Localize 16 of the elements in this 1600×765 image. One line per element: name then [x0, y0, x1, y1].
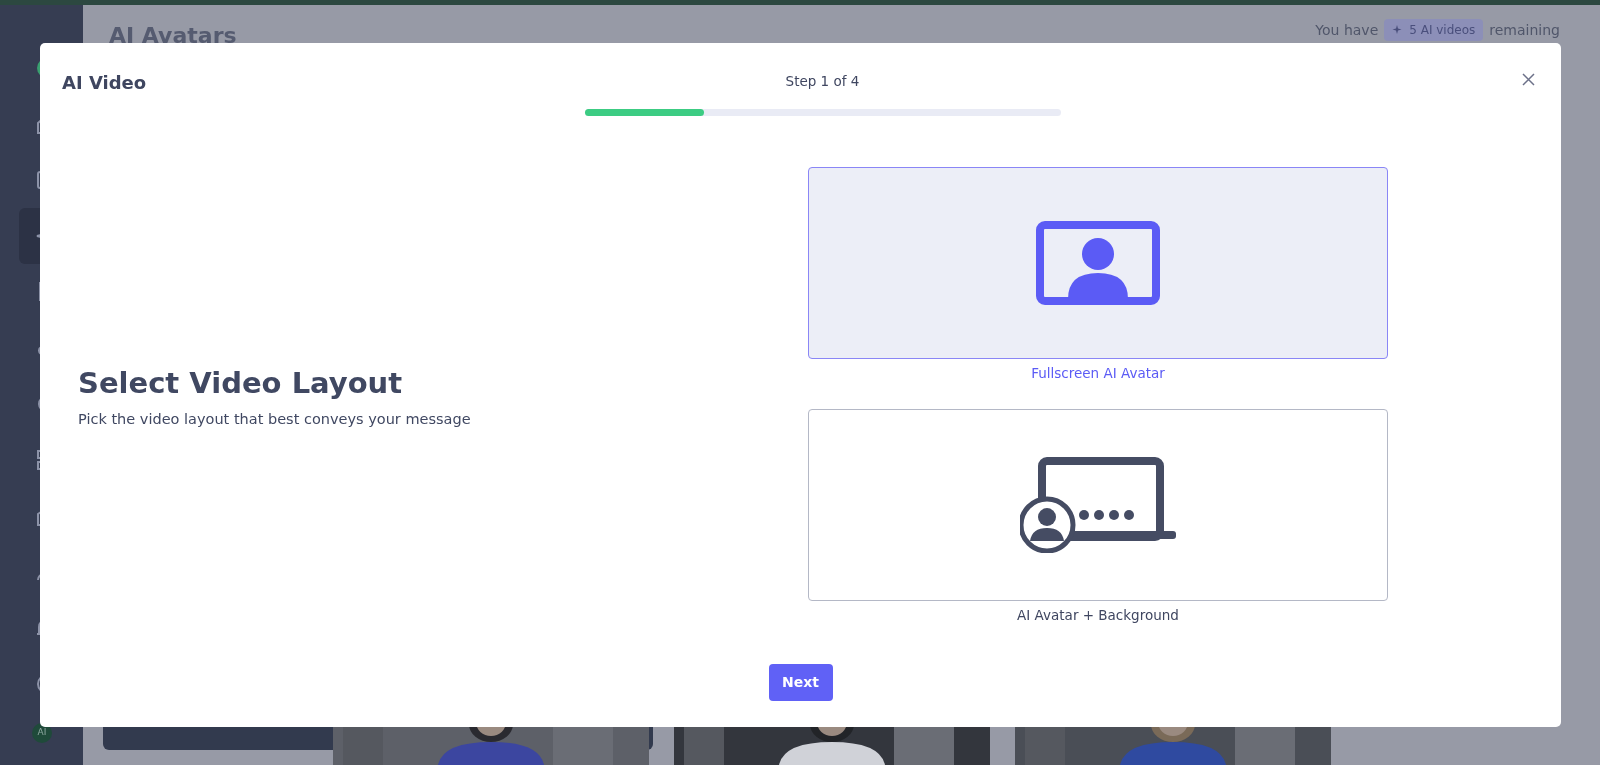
user-avatar[interactable]: AI — [32, 723, 52, 743]
fullscreen-avatar-icon — [1036, 221, 1160, 305]
quota-text: You have — [1315, 20, 1379, 40]
section-description: Pick the video layout that best conveys your message — [78, 410, 472, 429]
step-indicator: Step 1 of 4 — [785, 72, 860, 91]
quota-text: remaining — [1489, 20, 1560, 40]
section-heading: Select Video Layout — [78, 366, 404, 401]
next-button[interactable]: Next — [768, 664, 833, 701]
layout-label: Fullscreen AI Avatar — [1030, 364, 1166, 383]
layout-option[interactable] — [808, 409, 1388, 602]
page-title: AI Avatars — [109, 22, 237, 50]
layout-option[interactable] — [808, 167, 1388, 359]
layout-label: AI Avatar + Background — [1016, 606, 1180, 626]
quota-badge: 5 AI videos — [1384, 19, 1484, 41]
modal-title: AI Video — [62, 71, 148, 95]
avatar-background-icon — [1020, 457, 1176, 554]
